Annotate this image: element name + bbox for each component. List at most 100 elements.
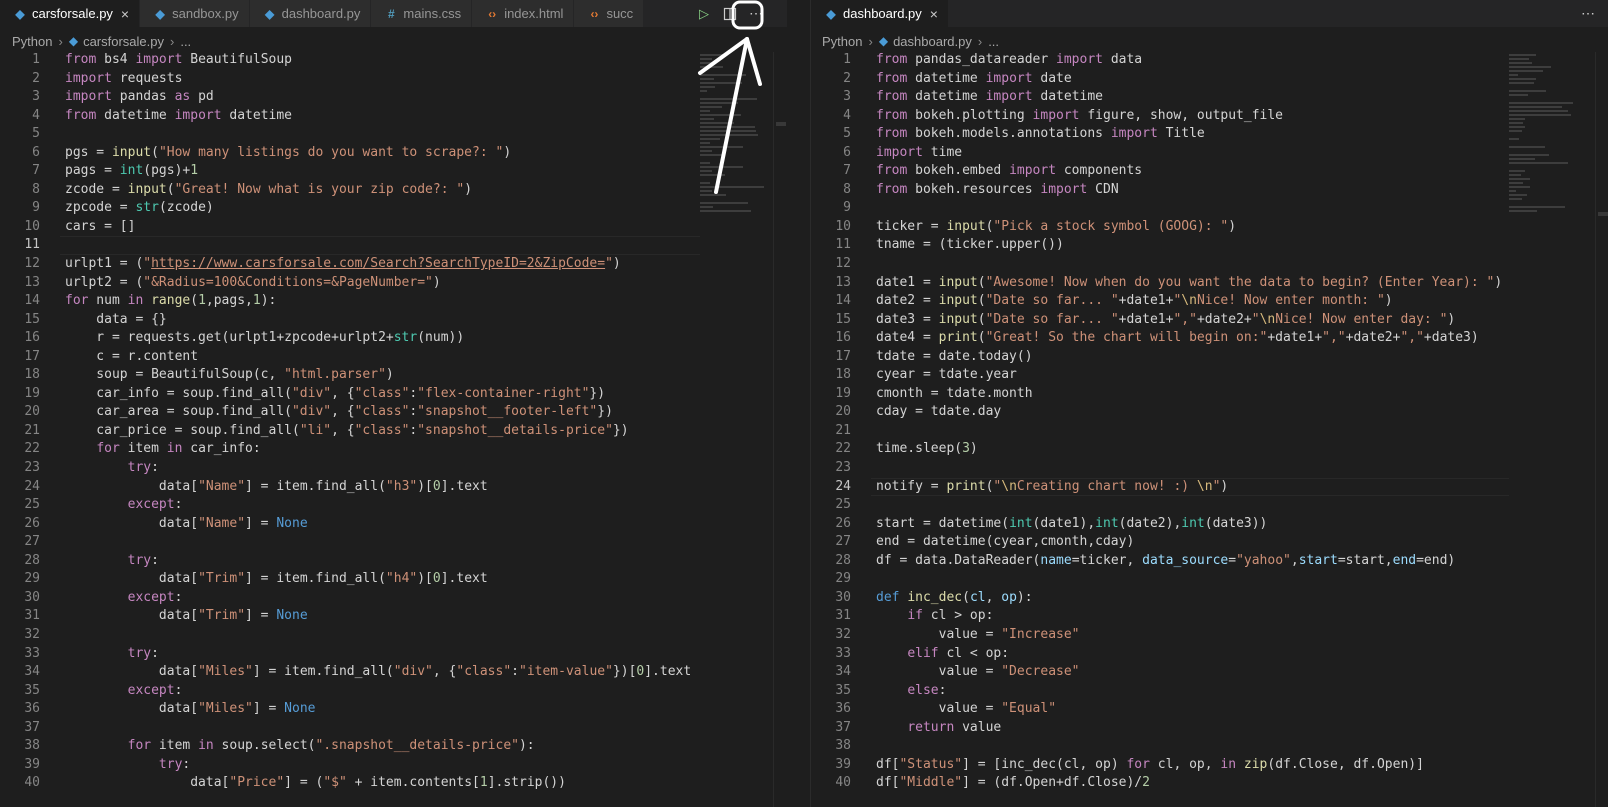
- left-code-editor[interactable]: 1 from bs4 import BeautifulSoup 2 import re…: [0, 51, 700, 793]
- code-line[interactable]: 29: [811, 570, 1509, 589]
- code-line[interactable]: 40 df["Middle"] = (df.Open+df.Close)/2: [811, 774, 1509, 793]
- code-line[interactable]: 2 import requests: [0, 70, 700, 89]
- code-line[interactable]: 39 df["Status"] = [inc_dec(cl, op) for cl…: [811, 756, 1509, 775]
- breadcrumb-more[interactable]: ...: [988, 34, 999, 49]
- code-line[interactable]: 21 car_price = soup.find_all("li", {"cla…: [0, 422, 700, 441]
- tab-carsforsale-py[interactable]: ◆ carsforsale.py ×: [0, 0, 141, 27]
- code-line[interactable]: 16 r = requests.get(urlpt1+zpcode+urlpt2…: [0, 329, 700, 348]
- close-icon[interactable]: ×: [121, 6, 129, 22]
- code-line[interactable]: 14 date2 = input("Date so far... "+date1+…: [811, 292, 1509, 311]
- code-line[interactable]: 34 data["Miles"] = item.find_all("div", …: [0, 663, 700, 682]
- code-line[interactable]: 13 date1 = input("Awesome! Now when do yo…: [811, 274, 1509, 293]
- code-line[interactable]: 26 data["Name"] = None: [0, 515, 700, 534]
- code-line[interactable]: 20 car_area = soup.find_all("div", {"cla…: [0, 403, 700, 422]
- breadcrumb-language[interactable]: Python: [12, 34, 52, 49]
- code-line[interactable]: 3 from datetime import datetime: [811, 88, 1509, 107]
- tab-succ[interactable]: ‹› succ: [574, 0, 645, 27]
- code-line[interactable]: 38 for item in soup.select(".snapshot__d…: [0, 737, 700, 756]
- code-line[interactable]: 27 end = datetime(cyear,cmonth,cday): [811, 533, 1509, 552]
- code-line[interactable]: 5: [0, 125, 700, 144]
- code-line[interactable]: 30 except:: [0, 589, 700, 608]
- code-line[interactable]: 34 value = "Decrease": [811, 663, 1509, 682]
- code-line[interactable]: 15 data = {}: [0, 311, 700, 330]
- code-line[interactable]: 17 c = r.content: [0, 348, 700, 367]
- more-actions-button[interactable]: ⋯: [743, 2, 769, 26]
- right-minimap[interactable]: [1509, 52, 1579, 807]
- code-line[interactable]: 37 return value: [811, 719, 1509, 738]
- code-line[interactable]: 23 try:: [0, 459, 700, 478]
- right-scrollbar[interactable]: [1595, 52, 1608, 807]
- breadcrumb-language[interactable]: Python: [822, 34, 862, 49]
- code-line[interactable]: 17 tdate = date.today(): [811, 348, 1509, 367]
- code-line[interactable]: 25: [811, 496, 1509, 515]
- code-line[interactable]: 32: [0, 626, 700, 645]
- code-line[interactable]: 18 soup = BeautifulSoup(c, "html.parser"…: [0, 366, 700, 385]
- code-line[interactable]: 24 notify = print("\nCreating chart now! …: [811, 477, 1509, 497]
- code-line[interactable]: 36 data["Miles"] = None: [0, 700, 700, 719]
- code-line[interactable]: 16 date4 = print("Great! So the chart wil…: [811, 329, 1509, 348]
- code-line[interactable]: 23: [811, 459, 1509, 478]
- code-line[interactable]: 7 from bokeh.embed import components: [811, 162, 1509, 181]
- breadcrumb-file[interactable]: carsforsale.py: [83, 34, 164, 49]
- code-line[interactable]: 40 data["Price"] = ("$" + item.contents[…: [0, 774, 700, 793]
- run-python-file-button[interactable]: ▷: [691, 2, 717, 26]
- split-editor-button[interactable]: [717, 2, 743, 26]
- code-line[interactable]: 10 ticker = input("Pick a stock symbol (G…: [811, 218, 1509, 237]
- code-line[interactable]: 15 date3 = input("Date so far... "+date1+…: [811, 311, 1509, 330]
- code-line[interactable]: 3 import pandas as pd: [0, 88, 700, 107]
- code-line[interactable]: 1 from pandas_datareader import data: [811, 51, 1509, 70]
- code-line[interactable]: 4 from datetime import datetime: [0, 107, 700, 126]
- code-line[interactable]: 18 cyear = tdate.year: [811, 366, 1509, 385]
- right-code-editor[interactable]: 1 from pandas_datareader import data 2 from…: [811, 51, 1509, 793]
- code-line[interactable]: 12 urlpt1 = ("https://www.carsforsale.com…: [0, 255, 700, 274]
- code-line[interactable]: 31 if cl > op:: [811, 607, 1509, 626]
- code-line[interactable]: 20 cday = tdate.day: [811, 403, 1509, 422]
- code-line[interactable]: 8 from bokeh.resources import CDN: [811, 181, 1509, 200]
- code-line[interactable]: 21: [811, 422, 1509, 441]
- code-line[interactable]: 2 from datetime import date: [811, 70, 1509, 89]
- code-line[interactable]: 13 urlpt2 = ("&Radius=100&Conditions=&Pag…: [0, 274, 700, 293]
- close-icon[interactable]: ×: [930, 6, 938, 22]
- code-line[interactable]: 11 tname = (ticker.upper()): [811, 236, 1509, 255]
- code-line[interactable]: 7 pags = int(pgs)+1: [0, 162, 700, 181]
- code-line[interactable]: 31 data["Trim"] = None: [0, 607, 700, 626]
- code-line[interactable]: 36 value = "Equal": [811, 700, 1509, 719]
- tab-sandbox-py[interactable]: ◆ sandbox.py: [140, 0, 250, 27]
- code-line[interactable]: 33 try:: [0, 645, 700, 664]
- tab-mains-css[interactable]: # mains.css: [371, 0, 473, 27]
- code-line[interactable]: 14 for num in range(1,pags,1):: [0, 292, 700, 311]
- code-line[interactable]: 9: [811, 199, 1509, 218]
- scrollbar-thumb[interactable]: [776, 122, 786, 126]
- code-line[interactable]: 1 from bs4 import BeautifulSoup: [0, 51, 700, 70]
- code-line[interactable]: 37: [0, 719, 700, 738]
- code-line[interactable]: 11: [0, 236, 700, 255]
- code-line[interactable]: 39 try:: [0, 756, 700, 775]
- code-line[interactable]: 24 data["Name"] = item.find_all("h3")[0]…: [0, 478, 700, 497]
- tab-dashboard-py[interactable]: ◆ dashboard.py ×: [811, 0, 949, 27]
- breadcrumb-more[interactable]: ...: [180, 34, 191, 49]
- scrollbar-thumb[interactable]: [1598, 212, 1608, 216]
- code-line[interactable]: 10 cars = []: [0, 218, 700, 237]
- code-line[interactable]: 9 zpcode = str(zcode): [0, 199, 700, 218]
- left-minimap[interactable]: [700, 52, 770, 807]
- code-line[interactable]: 35 else:: [811, 682, 1509, 701]
- code-line[interactable]: 35 except:: [0, 682, 700, 701]
- code-line[interactable]: 27: [0, 533, 700, 552]
- code-line[interactable]: 33 elif cl < op:: [811, 645, 1509, 664]
- code-line[interactable]: 25 except:: [0, 496, 700, 515]
- code-line[interactable]: 6 import time: [811, 144, 1509, 163]
- code-line[interactable]: 4 from bokeh.plotting import figure, show…: [811, 107, 1509, 126]
- tab-index-html[interactable]: ‹› index.html: [472, 0, 575, 27]
- code-line[interactable]: 19 car_info = soup.find_all("div", {"cla…: [0, 385, 700, 404]
- code-line[interactable]: 6 pgs = input("How many listings do you w…: [0, 144, 700, 163]
- code-line[interactable]: 5 from bokeh.models.annotations import Ti…: [811, 125, 1509, 144]
- code-line[interactable]: 12: [811, 255, 1509, 274]
- code-line[interactable]: 28 df = data.DataReader(name=ticker, data…: [811, 552, 1509, 571]
- more-actions-button[interactable]: ⋯: [1575, 2, 1601, 26]
- code-line[interactable]: 26 start = datetime(int(date1),int(date2)…: [811, 515, 1509, 534]
- left-scrollbar[interactable]: [773, 52, 787, 807]
- tab-dashboard-py[interactable]: ◆ dashboard.py: [249, 0, 372, 27]
- code-line[interactable]: 22 for item in car_info:: [0, 440, 700, 459]
- code-line[interactable]: 30 def inc_dec(cl, op):: [811, 589, 1509, 608]
- code-line[interactable]: 19 cmonth = tdate.month: [811, 385, 1509, 404]
